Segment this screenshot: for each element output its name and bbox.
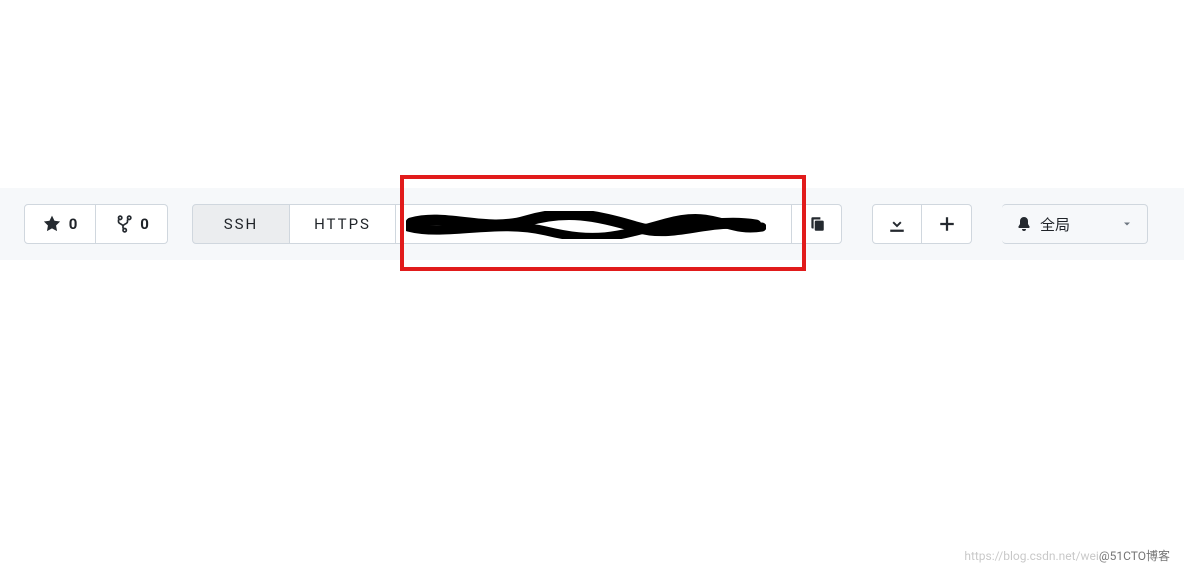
watermark-bold: @51CTO博客: [1099, 549, 1170, 563]
tab-ssh-label: SSH: [224, 215, 259, 233]
actions-group: [872, 204, 972, 244]
watermark-faint: https://blog.csdn.net/wei: [964, 549, 1099, 563]
tab-https[interactable]: HTTPS: [290, 204, 396, 244]
repo-toolbar: 0 0 SSH HTTPS: [0, 188, 1184, 260]
add-button[interactable]: [922, 204, 972, 244]
plus-icon: [938, 215, 956, 233]
tab-https-label: HTTPS: [314, 215, 371, 233]
redaction-scribble: [406, 211, 766, 239]
star-count: 0: [69, 215, 78, 233]
fork-icon: [114, 215, 132, 233]
fork-count: 0: [140, 215, 149, 233]
star-button[interactable]: 0: [24, 204, 96, 244]
tab-ssh[interactable]: SSH: [192, 204, 290, 244]
fork-button[interactable]: 0: [96, 204, 168, 244]
copy-icon: [808, 215, 826, 233]
clone-group: SSH HTTPS: [192, 204, 842, 244]
watermark: https://blog.csdn.net/wei@51CTO博客: [964, 547, 1170, 564]
stats-group: 0 0: [24, 204, 168, 244]
bell-icon: [1016, 216, 1032, 232]
download-icon: [888, 215, 906, 233]
download-button[interactable]: [872, 204, 922, 244]
copy-url-button[interactable]: [792, 204, 842, 244]
star-icon: [43, 215, 61, 233]
clone-url-field[interactable]: [396, 204, 792, 244]
global-dropdown-label: 全局: [1040, 214, 1070, 235]
global-dropdown[interactable]: 全局: [1002, 204, 1148, 244]
chevron-down-icon: [1121, 218, 1133, 230]
